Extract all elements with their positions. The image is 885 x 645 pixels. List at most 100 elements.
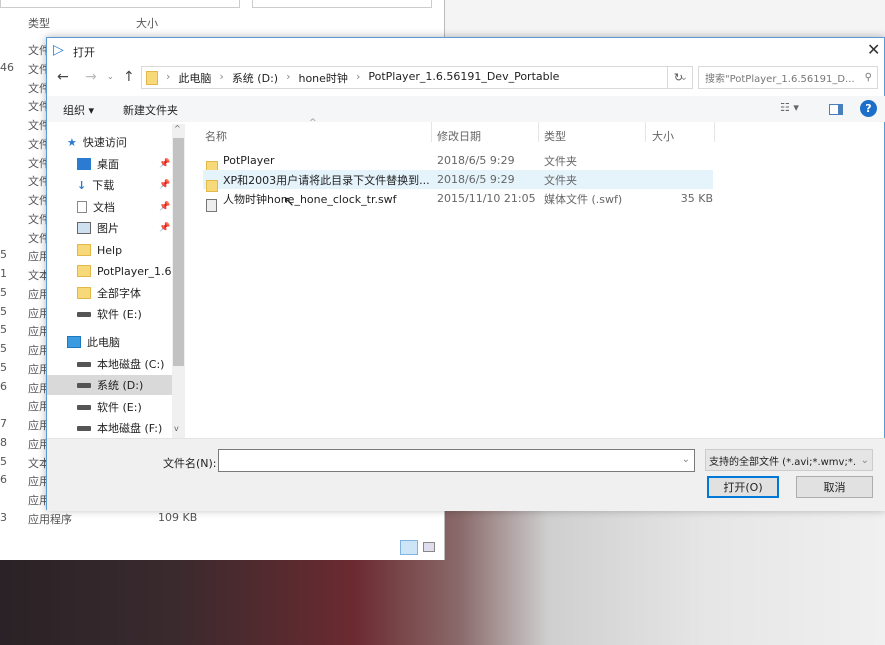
breadcrumb-separator-icon[interactable]: › [166,70,170,86]
bg-row-date: 5 [0,304,7,318]
mouse-cursor-icon: ↖ [283,194,295,210]
bg-row-date: 3 [0,510,7,524]
file-type-filter[interactable]: 支持的全部文件 (*.avi;*.wmv;*. ⌄ [705,449,873,471]
bg-list-row[interactable]: 3 应用程序 109 KB [0,511,445,529]
nav-item[interactable]: 全部字体 [47,283,172,303]
nav-item-label: 快速访问 [82,136,127,149]
nav-item[interactable]: ★ 快速访问 [47,132,172,152]
up-icon[interactable]: ↑ [123,69,135,85]
folder-icon [77,244,97,256]
nav-item-label: Help [97,243,123,257]
file-row[interactable]: 人物时钟hone_hone_clock_tr.swf 2015/11/10 21… [203,189,713,212]
breadcrumb-separator-icon[interactable]: › [219,70,223,86]
nav-item[interactable]: 系统 (D:) [47,375,172,395]
nav-item[interactable]: 软件 (E:) [47,304,172,324]
filter-value: 支持的全部文件 (*.avi;*.wmv;*. [709,456,857,468]
breadcrumb-item[interactable]: 系统 (D:) [232,70,278,86]
nav-item-label: 桌面 [97,158,119,171]
search-input[interactable]: 搜索"PotPlayer_1.6.56191_D... ⚲ [698,66,878,89]
drive-icon [77,425,97,431]
filename-input[interactable]: ⌄ [218,449,695,472]
address-bar[interactable]: › 此电脑 › 系统 (D:) › hone时钟 › PotPlayer_1.6.56191_… [141,66,693,89]
pin-icon[interactable]: 📌 [159,223,170,233]
column-size[interactable]: 大小 [652,128,674,144]
nav-item[interactable]: PotPlayer_1.6.5 [47,261,182,281]
file-type: 文件夹 [544,173,577,187]
nav-item[interactable]: 本地磁盘 (F:) [47,418,172,438]
forward-icon[interactable]: → [85,69,97,85]
nav-item-label: PotPlayer_1.6.5 [97,264,183,278]
refresh-icon[interactable]: ↻ [667,66,689,89]
sort-ascending-icon: ^ [309,118,317,128]
nav-item[interactable]: 此电脑 [47,332,172,352]
preview-view-icon[interactable] [423,542,435,552]
star-icon: ★ [67,136,77,149]
nav-item-label: 文档 [93,201,115,214]
folder-icon [146,70,158,85]
pin-icon[interactable]: 📌 [159,180,170,190]
details-view-icon[interactable] [400,540,418,555]
column-type[interactable]: 类型 [544,128,566,144]
file-row[interactable]: XP和2003用户请将此目录下文件替换到... 2018/6/5 9:29 文件… [203,170,713,192]
breadcrumb-item[interactable]: PotPlayer_1.6.56191_Dev_Portable [368,70,559,86]
scroll-up-icon[interactable]: ^ [174,124,181,133]
organize-button[interactable]: 组织 ▾ [63,102,94,118]
drive-icon [77,382,97,388]
new-folder-button[interactable]: 新建文件夹 [123,102,178,118]
desktop-icon [77,158,97,170]
nav-item-label: 软件 (E:) [97,308,142,321]
bg-row-size: 109 KB [158,510,198,524]
bg-col-size[interactable]: 大小 [136,15,158,31]
open-file-dialog: ▷ 打开 ✕ ← → ⌄ ↑ › 此电脑 › 系统 (D:) › hone时钟 › PotPl… [46,37,885,511]
dialog-title: 打开 [73,46,95,59]
close-icon[interactable]: ✕ [867,40,880,59]
column-date[interactable]: 修改日期 [437,128,481,144]
bg-row-date: 5 [0,323,7,337]
document-icon [77,201,93,213]
download-icon: ↓ [77,179,87,192]
nav-item-label: 下载 [92,179,115,192]
file-name: 人物时钟hone_hone_clock_tr.swf [223,192,397,206]
nav-item[interactable]: 桌面 📌 [47,154,172,174]
help-icon[interactable]: ? [860,100,877,117]
nav-item-label: 本地磁盘 (C:) [97,358,165,371]
bg-col-type[interactable]: 类型 [28,15,50,31]
drive-icon [77,311,97,317]
filename-dropdown-icon[interactable]: ⌄ [682,454,690,465]
nav-item-label: 全部字体 [97,287,141,300]
breadcrumb-separator-icon[interactable]: › [286,70,290,86]
view-options-icon[interactable]: ☷ ▾ [780,101,799,114]
nav-item-label: 图片 [97,222,119,235]
file-list: ^ 名称 修改日期 类型 大小 PotPlayer 2018/6/5 9:29 … [197,118,885,438]
file-date: 2018/6/5 9:29 [437,173,515,186]
navigation-pane: ★ 快速访问桌面 📌 ↓ 下载 📌 文档 📌 图片 📌 Help PotPlayer_1.6.5 全部字… [47,122,185,438]
breadcrumb-separator-icon[interactable]: › [356,70,360,86]
file-row[interactable]: PotPlayer 2018/6/5 9:29 文件夹 [203,151,713,173]
recent-chevron-icon[interactable]: ⌄ [107,72,114,81]
preview-pane-icon[interactable] [829,104,843,115]
nav-item[interactable]: 软件 (E:) [47,397,172,417]
cancel-button[interactable]: 取消 [796,476,873,498]
nav-item[interactable]: 本地磁盘 (C:) [47,354,172,374]
breadcrumb-item[interactable]: 此电脑 [178,70,211,86]
pin-icon[interactable]: 📌 [159,159,170,169]
nav-item[interactable]: ↓ 下载 📌 [47,175,172,195]
open-button[interactable]: 打开(O) [707,476,779,498]
nav-item[interactable]: 文档 📌 [47,197,172,217]
nav-item[interactable]: Help [47,240,172,260]
bg-row-date: 5 [0,248,7,262]
breadcrumb-item[interactable]: hone时钟 [298,70,347,86]
nav-item-label: 系统 (D:) [97,379,144,392]
column-name[interactable]: 名称 [205,128,227,144]
file-name: XP和2003用户请将此目录下文件替换到... [223,173,430,187]
app-play-icon: ▷ [53,42,64,58]
nav-scrollbar-thumb[interactable] [173,138,184,366]
pin-icon[interactable]: 📌 [159,202,170,212]
scroll-down-icon[interactable]: v [174,424,179,433]
bg-row-date: 5 [0,285,7,299]
picture-icon [77,222,97,234]
nav-item[interactable]: 图片 📌 [47,218,172,238]
back-icon[interactable]: ← [57,69,69,85]
nav-scrollbar[interactable]: ^ v [172,124,185,438]
drive-icon [77,404,97,410]
